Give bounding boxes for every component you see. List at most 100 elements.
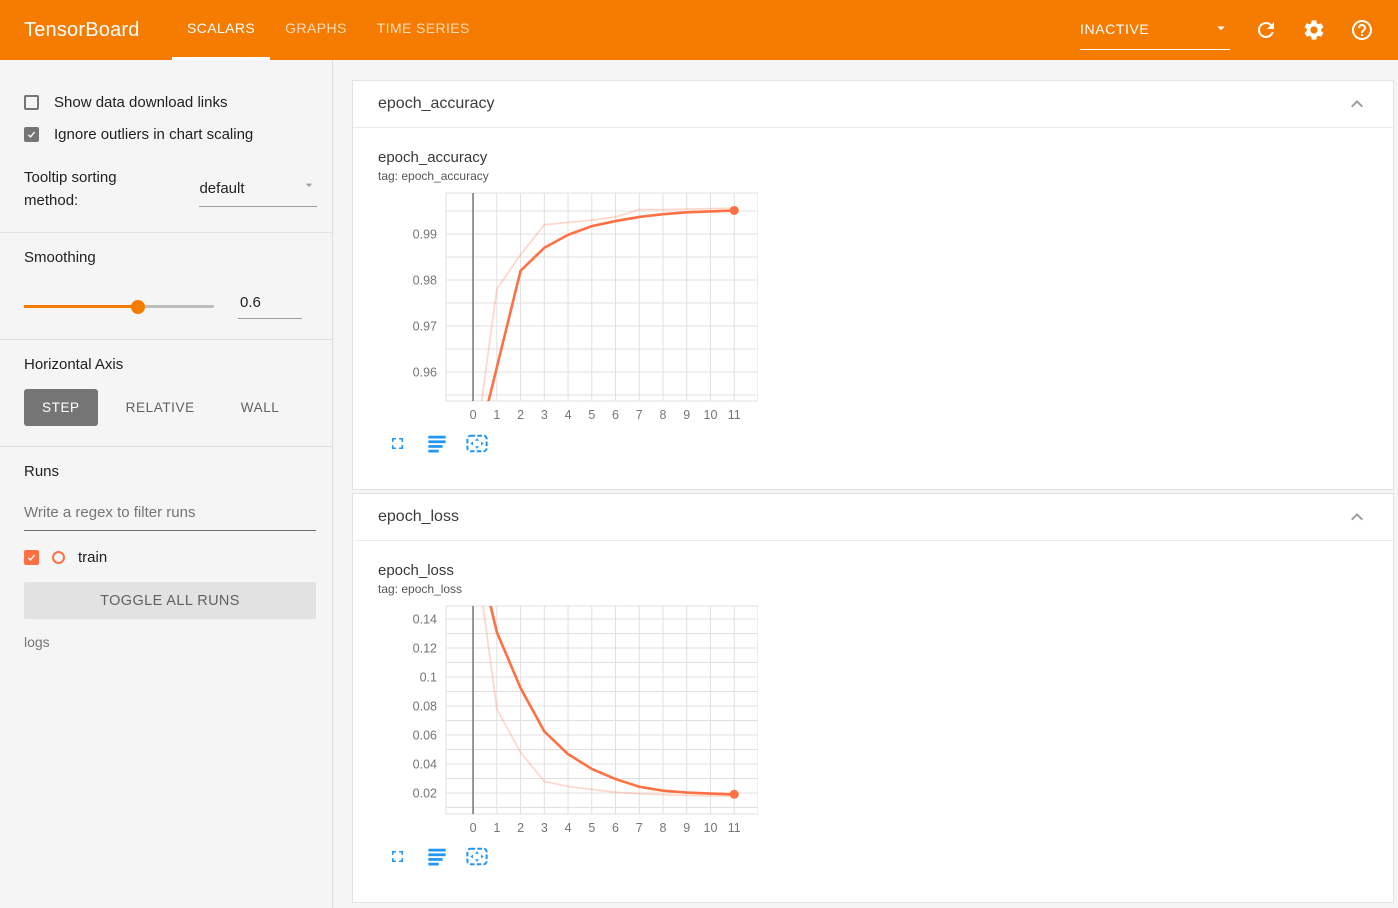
refresh-icon [1254, 18, 1278, 42]
svg-text:0.06: 0.06 [413, 729, 437, 743]
runs-section: Runs train TOGGLE ALL RUNS logs [0, 447, 332, 670]
scalar-chart-epoch-loss[interactable]: 0.02 0.04 0.06 0.08 0.1 0.12 0.14 0 1 2 3 4 5 6 7 8 9 10 1… [378, 602, 758, 838]
smoothing-slider-row [24, 294, 317, 319]
section-epoch-loss: epoch_loss epoch_loss tag: epoch_loss 0.… [352, 493, 1394, 903]
chart-title: epoch_loss [378, 562, 454, 579]
svg-text:10: 10 [704, 821, 718, 835]
horizontal-axis-label: Horizontal Axis [24, 356, 124, 373]
svg-text:0.14: 0.14 [413, 613, 437, 627]
log-scale-button[interactable] [427, 845, 449, 867]
section-title: epoch_loss [378, 508, 459, 525]
log-scale-button[interactable] [427, 432, 449, 454]
fit-domain-button[interactable] [466, 432, 488, 454]
chart-title: epoch_accuracy [378, 149, 488, 166]
svg-text:0.96: 0.96 [413, 366, 437, 380]
svg-text:0.08: 0.08 [413, 700, 437, 714]
svg-text:10: 10 [704, 408, 718, 422]
svg-text:5: 5 [588, 408, 595, 422]
collapse-section-button[interactable] [1345, 92, 1369, 116]
smoothing-slider-thumb[interactable] [131, 299, 145, 314]
fit-domain-icon [466, 434, 488, 453]
svg-text:0.99: 0.99 [413, 227, 437, 241]
sidebar: Show data download links Ignore outliers… [0, 60, 333, 908]
chart-tag: tag: epoch_loss [378, 582, 463, 596]
ignore-outliers-row: Ignore outliers in chart scaling [24, 126, 317, 143]
fit-domain-button[interactable] [466, 845, 488, 867]
svg-text:0.12: 0.12 [413, 642, 437, 656]
tooltip-sorting-value: default [199, 180, 245, 197]
ignore-outliers-checkbox[interactable] [24, 127, 39, 142]
svg-text:0.1: 0.1 [420, 671, 437, 685]
chevron-down-icon [301, 177, 317, 197]
svg-text:1: 1 [493, 821, 500, 835]
toggle-all-runs-button[interactable]: TOGGLE ALL RUNS [24, 582, 316, 619]
tab-time-series[interactable]: TIME SERIES [362, 0, 485, 60]
expand-chart-button[interactable] [388, 432, 410, 454]
expand-chart-button[interactable] [388, 845, 410, 867]
svg-text:8: 8 [660, 821, 667, 835]
fit-domain-icon [466, 847, 488, 866]
svg-text:6: 6 [612, 821, 619, 835]
smoothing-slider-fill [24, 305, 138, 308]
tooltip-sorting-label: Tooltip sorting method: [24, 169, 117, 209]
log-scale-icon [427, 847, 449, 866]
runs-label: Runs [24, 463, 60, 480]
section-epoch-accuracy: epoch_accuracy epoch_accuracy tag: epoch… [352, 80, 1394, 490]
settings-button[interactable] [1302, 18, 1326, 42]
tensorboard-app: TensorBoard SCALARS GRAPHS TIME SERIES I… [0, 0, 1398, 908]
show-download-links-checkbox[interactable] [24, 95, 39, 110]
help-button[interactable] [1350, 18, 1374, 42]
axis-step-button[interactable]: STEP [24, 389, 98, 426]
section-header[interactable]: epoch_loss [353, 494, 1393, 541]
axis-relative-button[interactable]: RELATIVE [108, 389, 213, 426]
svg-text:11: 11 [728, 821, 741, 835]
expand-icon [388, 434, 410, 453]
tooltip-sorting-select[interactable]: default [199, 175, 317, 207]
log-directory-label: logs [24, 634, 50, 650]
svg-text:1: 1 [493, 408, 500, 422]
smoothing-slider[interactable] [24, 299, 214, 314]
status-label: INACTIVE [1080, 21, 1150, 37]
svg-text:6: 6 [612, 408, 619, 422]
header-controls: INACTIVE [1080, 0, 1398, 60]
horizontal-axis-section: Horizontal Axis STEP RELATIVE WALL [0, 340, 332, 447]
sidebar-general-section: Show data download links Ignore outliers… [0, 60, 332, 233]
svg-text:9: 9 [683, 821, 690, 835]
chevron-down-icon [1212, 19, 1230, 40]
svg-text:7: 7 [636, 821, 643, 835]
chart-card: epoch_loss tag: epoch_loss 0.02 0.04 0.06 0… [353, 541, 1393, 867]
expand-icon [388, 847, 410, 866]
gear-icon [1302, 18, 1326, 42]
show-download-links-label: Show data download links [54, 94, 228, 111]
svg-text:0.04: 0.04 [413, 757, 437, 771]
svg-text:0: 0 [470, 821, 477, 835]
smoothing-value-input[interactable] [238, 294, 302, 319]
refresh-button[interactable] [1254, 18, 1278, 42]
app-header: TensorBoard SCALARS GRAPHS TIME SERIES I… [0, 0, 1398, 60]
collapse-section-button[interactable] [1345, 505, 1369, 529]
runs-filter-input[interactable] [24, 496, 316, 531]
svg-text:0.97: 0.97 [413, 319, 437, 333]
svg-text:8: 8 [660, 408, 667, 422]
scalar-chart-epoch-accuracy[interactable]: 0.96 0.97 0.98 0.99 0 1 2 3 4 5 6 7 8 9 10 11 [378, 189, 758, 425]
tab-scalars[interactable]: SCALARS [172, 0, 271, 60]
svg-text:9: 9 [683, 408, 690, 422]
section-title: epoch_accuracy [378, 95, 495, 112]
svg-text:2: 2 [517, 408, 524, 422]
run-train-checkbox[interactable] [24, 550, 39, 565]
reload-interval-select[interactable]: INACTIVE [1080, 19, 1230, 50]
svg-text:3: 3 [541, 821, 548, 835]
main-tabs: SCALARS GRAPHS TIME SERIES [172, 0, 485, 60]
chevron-up-icon [1345, 513, 1369, 532]
tab-graphs[interactable]: GRAPHS [270, 0, 362, 60]
svg-text:2: 2 [517, 821, 524, 835]
svg-text:5: 5 [588, 821, 595, 835]
ignore-outliers-label: Ignore outliers in chart scaling [54, 126, 254, 143]
horizontal-axis-buttons: STEP RELATIVE WALL [24, 389, 317, 426]
axis-wall-button[interactable]: WALL [223, 389, 298, 426]
smoothing-section: Smoothing [0, 233, 332, 340]
run-train-label: train [78, 549, 108, 566]
run-color-circle-icon[interactable] [52, 551, 65, 564]
section-header[interactable]: epoch_accuracy [353, 81, 1393, 128]
svg-text:0: 0 [470, 408, 477, 422]
